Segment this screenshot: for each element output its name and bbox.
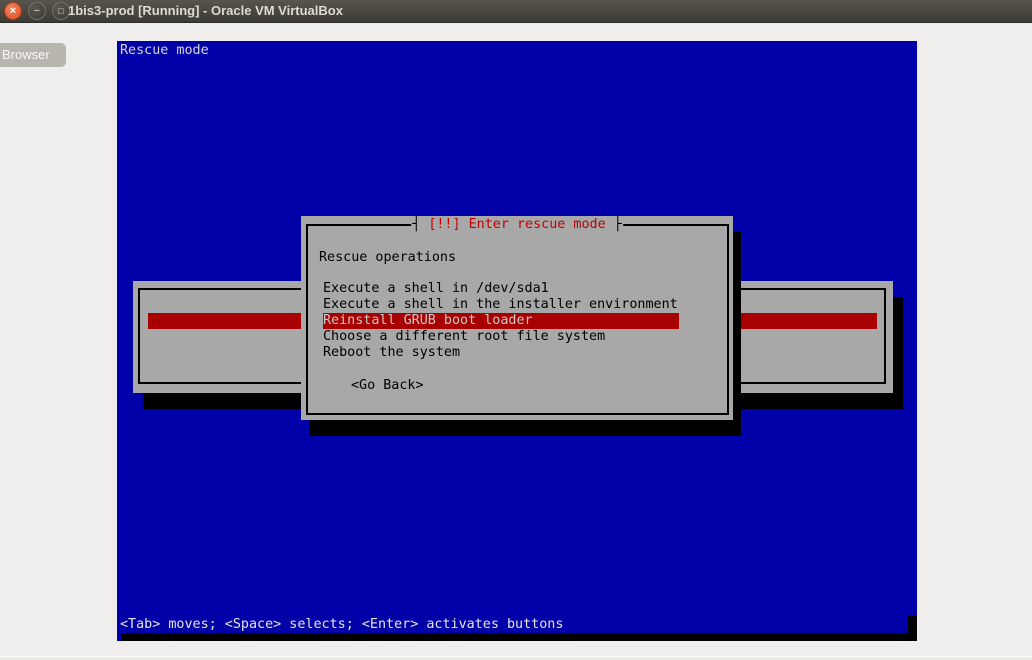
menu-item-selected[interactable]: Reinstall GRUB boot loader [323, 313, 679, 329]
frame-tick-right: ├ [606, 217, 622, 232]
rescue-dialog: ┤ [!!] Enter rescue mode ├ Rescue operat… [301, 216, 733, 420]
screen-bottom-band [121, 633, 917, 641]
statusbar-edge [0, 656, 1032, 660]
window-titlebar[interactable]: × − □ 1bis3-prod [Running] - Oracle VM V… [0, 0, 1032, 23]
rescue-mode-banner: Rescue mode [120, 43, 209, 59]
close-icon: × [10, 2, 16, 20]
minimize-button[interactable]: − [28, 2, 46, 20]
dialog-title-text: [!!] Enter rescue mode [428, 217, 605, 232]
rescue-operations-menu: Execute a shell in /dev/sda1 Execute a s… [301, 281, 733, 361]
menu-item[interactable]: Choose a different root file system [301, 329, 733, 345]
close-button[interactable]: × [4, 2, 22, 20]
screen-corner-band [908, 616, 917, 641]
frame-tick-left: ┤ [412, 217, 428, 232]
launcher-tooltip-browser: Browser [0, 43, 66, 67]
maximize-icon: □ [58, 2, 63, 20]
go-back-button[interactable]: <Go Back> [351, 378, 424, 394]
minimize-icon: − [34, 2, 40, 20]
menu-item[interactable]: Reboot the system [301, 345, 733, 361]
desktop: × − □ 1bis3-prod [Running] - Oracle VM V… [0, 0, 1032, 660]
keyboard-help-line: <Tab> moves; <Space> selects; <Enter> ac… [120, 617, 563, 633]
menu-item[interactable]: Execute a shell in /dev/sda1 [301, 281, 733, 297]
vm-console-screen[interactable]: Rescue mode ┤ [!!] Enter rescue mode ├ R… [117, 41, 917, 641]
menu-item[interactable]: Execute a shell in the installer environ… [301, 297, 733, 313]
dialog-heading: Rescue operations [319, 250, 456, 266]
dialog-title: ┤ [!!] Enter rescue mode ├ [411, 217, 623, 233]
window-title: 1bis3-prod [Running] - Oracle VM Virtual… [68, 0, 343, 22]
